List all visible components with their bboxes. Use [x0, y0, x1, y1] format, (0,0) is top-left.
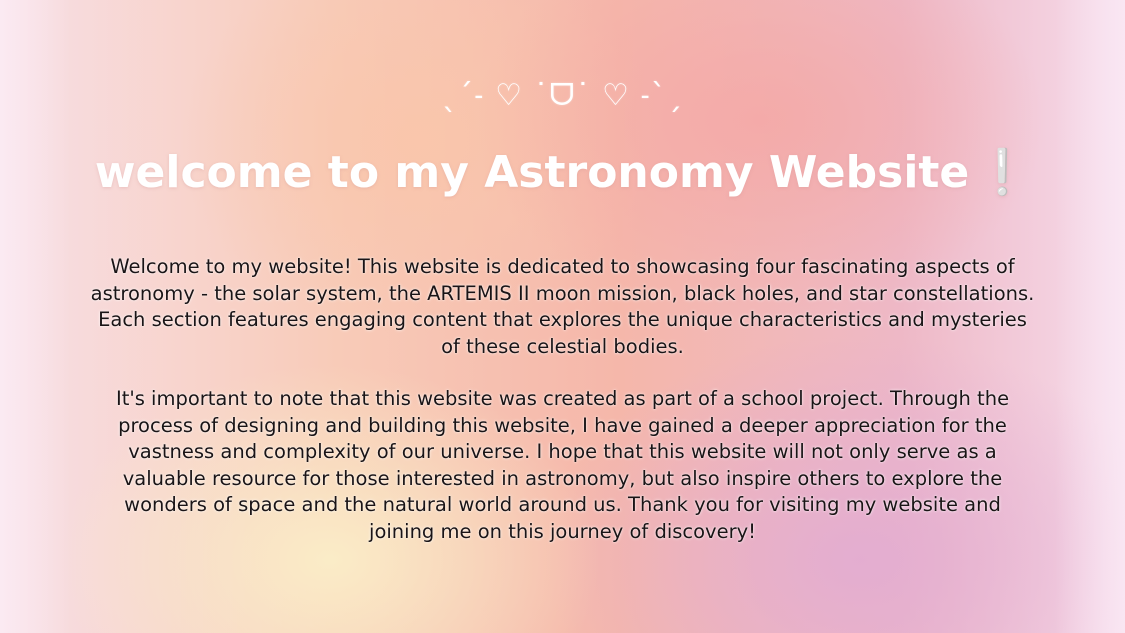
page-title: welcome to my Astronomy Website ❕ — [0, 146, 1125, 198]
kaomoji-decoration: ˎˊ˗ ♡ ˙ᗜ˙ ♡ ˗ˋˏ — [442, 78, 683, 113]
welcome-section: ˎˊ˗ ♡ ˙ᗜ˙ ♡ ˗ˋˏ welcome to my Astronomy … — [0, 0, 1125, 633]
intro-paragraph: Welcome to my website! This website is d… — [90, 255, 1035, 358]
exclamation-icon: ❕ — [975, 147, 1031, 198]
school-project-paragraph: It's important to note that this website… — [115, 387, 1010, 543]
page-title-text: welcome to my Astronomy Website — [94, 147, 970, 198]
